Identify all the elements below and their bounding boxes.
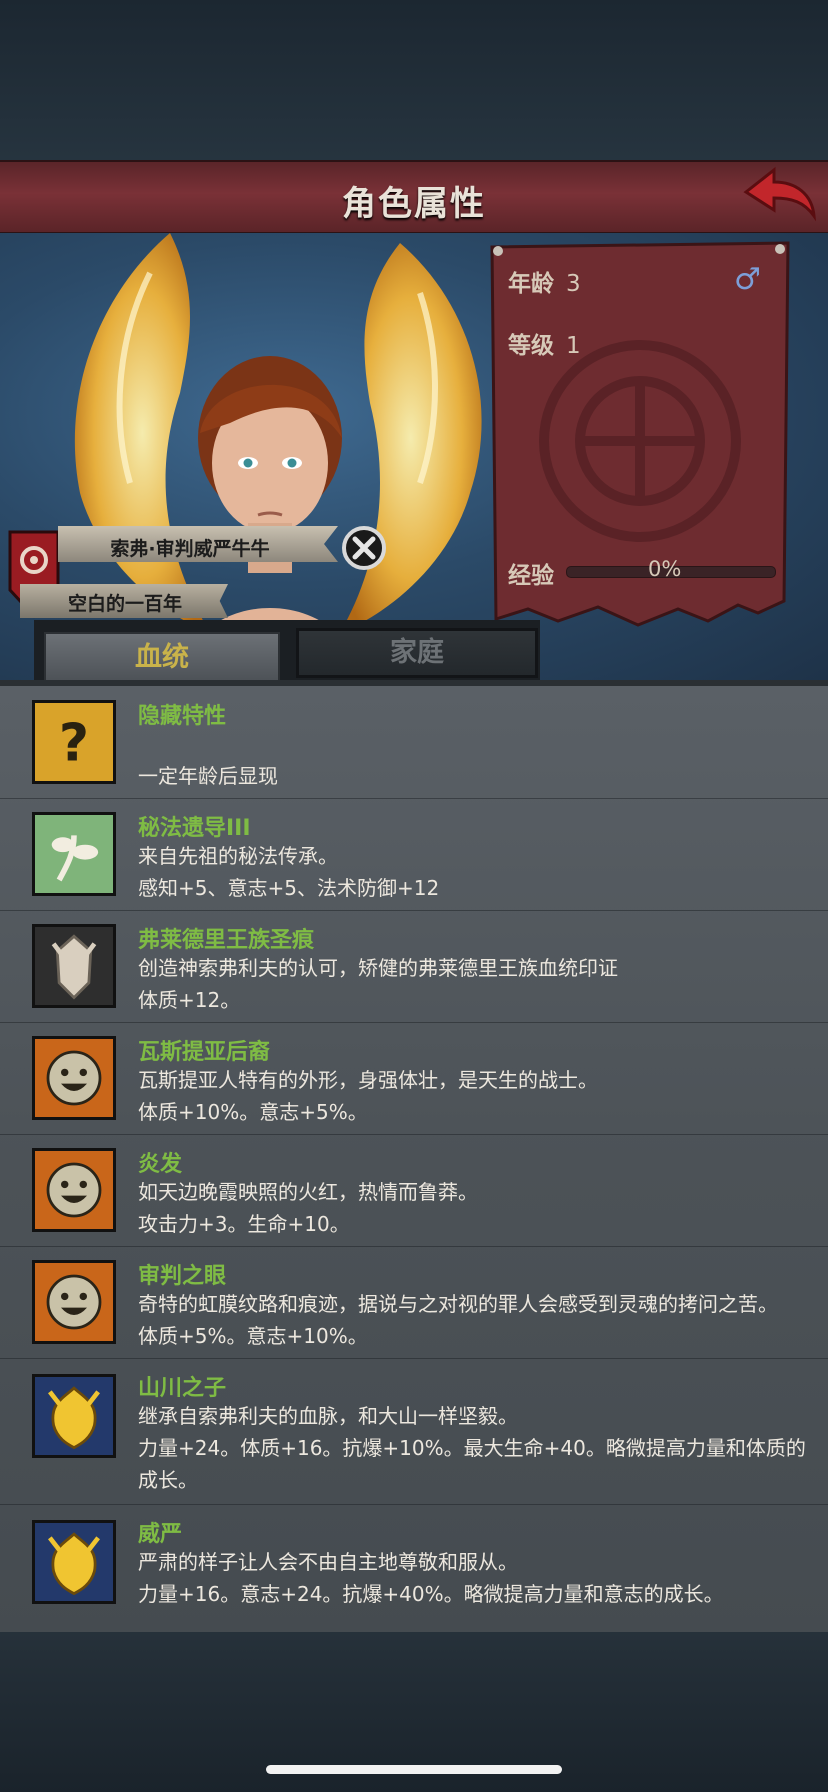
trait-name: 弗莱德里王族圣痕	[138, 928, 315, 953]
trait-name: 瓦斯提亚后裔	[138, 1040, 271, 1065]
trait-row[interactable]: 威严严肃的样子让人会不由自主地尊敬和服从。力量+16。意志+24。抗爆+40%。…	[0, 1504, 828, 1637]
trait-name: 审判之眼	[138, 1264, 227, 1289]
trait-name: 山川之子	[138, 1376, 227, 1401]
trait-bonus: 体质+12。	[138, 988, 241, 1012]
trait-name: 炎发	[138, 1152, 183, 1177]
trait-bonus: 感知+5、意志+5、法术防御+12	[138, 876, 440, 900]
trait-bonus: 体质+10%。意志+5%。	[138, 1100, 368, 1124]
exp-percent: 0%	[648, 557, 682, 581]
trait-row[interactable]: 秘法遗导III 来自先祖的秘法传承。感知+5、意志+5、法术防御+12	[0, 798, 828, 911]
tab-family[interactable]: 家庭	[296, 628, 538, 678]
trait-row[interactable]: 审判之眼奇特的虹膜纹路和痕迹，据说与之对视的罪人会感受到灵魂的拷问之苦。 体质+5…	[0, 1246, 828, 1359]
question-icon: ?	[32, 700, 116, 784]
back-arrow-icon[interactable]	[740, 164, 818, 224]
trait-row[interactable]: 弗莱德里王族圣痕创造神索弗利夫的认可，矫健的弗莱德里王族血统印证 体质+12。	[0, 910, 828, 1023]
age-label: 年龄	[508, 271, 554, 297]
trait-description: 瓦斯提亚人特有的外形，身强体壮，是天生的战士。	[138, 1068, 598, 1092]
trait-bonus: 力量+24。体质+16。抗爆+10%。最大生命+40。略微提高力量和体质的成长。	[138, 1436, 806, 1492]
trait-bonus: 攻击力+3。生命+10。	[138, 1212, 350, 1236]
golden-crest-icon	[32, 1374, 116, 1458]
page-title: 角色属性	[342, 184, 486, 224]
trait-list: ? 隐藏特性一定年龄后显现 秘法遗导III 来自先祖的秘法传承。感知+5、意志+5、法…	[0, 680, 828, 1637]
male-gender-icon: ♂	[734, 262, 761, 297]
level-label: 等级	[508, 333, 554, 359]
character-name: 索弗·审判威严牛牛	[110, 538, 270, 560]
level-value: 1	[566, 333, 581, 359]
trait-row[interactable]: 山川之子继承自索弗利夫的血脉，和大山一样坚毅。力量+24。体质+16。抗爆+10…	[0, 1358, 828, 1505]
trait-row[interactable]: ? 隐藏特性一定年龄后显现	[0, 686, 828, 799]
age-row: 年龄 3	[508, 264, 581, 298]
close-icon[interactable]	[340, 524, 388, 572]
trait-bonus: 力量+16。意志+24。抗爆+40%。略微提高力量和意志的成长。	[138, 1582, 724, 1606]
golden-crest-icon	[32, 1520, 116, 1604]
trait-row[interactable]: 炎发如天边晚霞映照的火红，热情而鲁莽。 攻击力+3。生命+10。	[0, 1134, 828, 1247]
royal-crest-icon	[32, 924, 116, 1008]
smiley-icon	[32, 1148, 116, 1232]
smiley-icon	[32, 1036, 116, 1120]
trait-description: 继承自索弗利夫的血脉，和大山一样坚毅。	[138, 1404, 518, 1428]
trait-description: 来自先祖的秘法传承。	[138, 844, 338, 868]
svg-text:?: ?	[59, 714, 89, 774]
age-value: 3	[566, 271, 581, 297]
exp-label: 经验	[508, 563, 554, 589]
smiley-icon	[32, 1260, 116, 1344]
home-indicator[interactable]	[266, 1765, 562, 1774]
tab-bloodline[interactable]: 血统	[44, 632, 280, 682]
trait-description: 严肃的样子让人会不由自主地尊敬和服从。	[138, 1550, 518, 1574]
trait-bonus: 体质+5%。意志+10%。	[138, 1324, 368, 1348]
level-row: 等级 1	[508, 326, 581, 360]
character-subtitle: 空白的一百年	[67, 593, 182, 615]
trait-description: 奇特的虹膜纹路和痕迹，据说与之对视的罪人会感受到灵魂的拷问之苦。	[138, 1292, 778, 1316]
leaf-sprout-icon	[32, 812, 116, 896]
trait-name: 隐藏特性	[138, 704, 227, 729]
trait-description: 创造神索弗利夫的认可，矫健的弗莱德里王族血统印证	[138, 956, 618, 980]
title-bar: 角色属性	[0, 160, 828, 235]
trait-bonus: 一定年龄后显现	[138, 764, 278, 788]
trait-row[interactable]: 瓦斯提亚后裔瓦斯提亚人特有的外形，身强体壮，是天生的战士。 体质+10%。意志+5…	[0, 1022, 828, 1135]
trait-name: 秘法遗导III	[138, 816, 251, 841]
trait-name: 威严	[138, 1522, 183, 1547]
trait-description: 如天边晚霞映照的火红，热情而鲁莽。	[138, 1180, 478, 1204]
tab-bar: 血统 家庭	[0, 620, 828, 682]
top-background	[0, 0, 828, 160]
